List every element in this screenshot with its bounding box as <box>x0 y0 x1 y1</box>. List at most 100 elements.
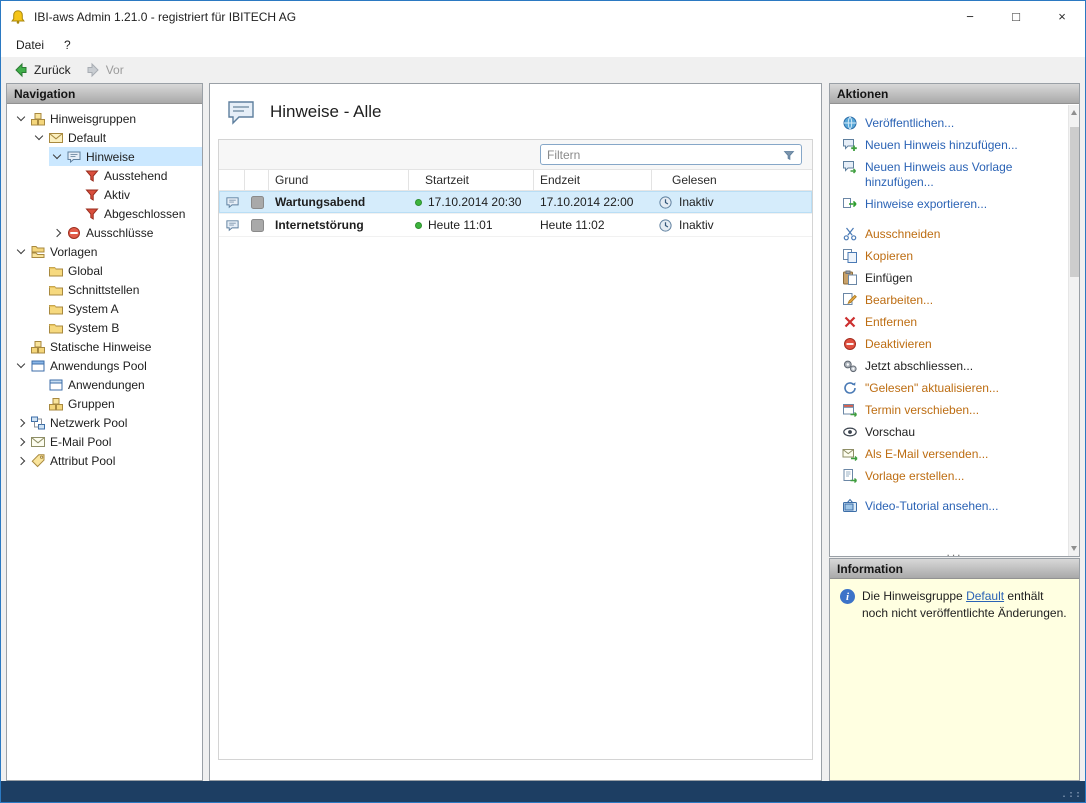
titlebar[interactable]: IBI-aws Admin 1.21.0 - registriert für I… <box>1 1 1085 32</box>
resize-grip[interactable]: .:: <box>1061 789 1085 802</box>
tree-item-aktiv[interactable]: Aktiv <box>67 185 202 204</box>
cell-grund: Internetstörung <box>275 218 364 232</box>
action-neuer-hinweis[interactable]: Neuen Hinweis hinzufügen... <box>842 137 1059 153</box>
attribute-tag-icon <box>30 453 46 469</box>
tree-item-statische-hinweise[interactable]: Statische Hinweise <box>13 337 202 356</box>
tree-item-anwendungen[interactable]: Anwendungen <box>31 375 202 394</box>
navigation-tree: Hinweisgruppen Default Hinweise Ausstehe… <box>7 104 202 470</box>
scrollbar-thumb[interactable] <box>1070 127 1079 277</box>
menu-help[interactable]: ? <box>54 35 81 55</box>
info-icon: i <box>840 589 855 604</box>
chevron-expanded-icon[interactable] <box>16 359 26 369</box>
action-jetzt-abschliessen[interactable]: Jetzt abschliessen... <box>842 358 1059 374</box>
action-kopieren[interactable]: Kopieren <box>842 248 1059 264</box>
menu-datei[interactable]: Datei <box>6 35 54 55</box>
chevron-collapsed-icon[interactable] <box>52 228 62 237</box>
chevron-collapsed-icon[interactable] <box>16 418 26 427</box>
tree-item-label: Ausstehend <box>104 168 168 183</box>
action-entfernen[interactable]: Entfernen <box>842 314 1059 330</box>
chevron-expanded-icon[interactable] <box>16 245 26 255</box>
tree-item-gruppen[interactable]: Gruppen <box>31 394 202 413</box>
tree-item-default[interactable]: Default <box>31 128 202 147</box>
scroll-up-icon[interactable] <box>1071 110 1077 115</box>
column-header-startzeit[interactable]: Startzeit <box>409 170 534 190</box>
close-button[interactable]: × <box>1039 1 1085 32</box>
gelesen-status-icon <box>658 218 673 233</box>
table-header-row: Grund Startzeit Endzeit Gelesen <box>219 170 812 191</box>
chevron-expanded-icon[interactable] <box>52 150 62 160</box>
chevron-expanded-icon[interactable] <box>16 112 26 122</box>
action-hinweis-aus-vorlage[interactable]: Neuen Hinweis aus Vorlage hinzufügen... <box>842 159 1059 190</box>
chevron-expanded-icon[interactable] <box>34 131 44 141</box>
tree-item-global[interactable]: Global <box>31 261 202 280</box>
cell-endzeit: 17.10.2014 22:00 <box>540 195 634 209</box>
action-als-email-versenden[interactable]: Als E-Mail versenden... <box>842 446 1059 462</box>
minimize-button[interactable]: − <box>947 1 993 32</box>
tree-item-ausschluesse[interactable]: Ausschlüsse <box>49 223 202 242</box>
chevron-collapsed-icon[interactable] <box>16 456 26 465</box>
table-row[interactable]: Internetstörung Heute 11:01 Heute 11:02 … <box>219 214 812 237</box>
tree-item-label: Schnittstellen <box>68 282 140 297</box>
action-vorlage-erstellen[interactable]: Vorlage erstellen... <box>842 468 1059 484</box>
information-panel: Information i Die Hinweisgruppe Default … <box>829 558 1080 781</box>
tree-item-netzwerk-pool[interactable]: Netzwerk Pool <box>13 413 202 432</box>
filter-funnel-icon[interactable] <box>782 148 796 162</box>
action-video-tutorial[interactable]: Video-Tutorial ansehen... <box>842 498 1059 514</box>
action-vorschau[interactable]: Vorschau <box>842 424 1059 440</box>
scroll-down-icon[interactable] <box>1071 546 1077 551</box>
tree-item-attribut-pool[interactable]: Attribut Pool <box>13 451 202 470</box>
status-green-dot <box>415 198 422 206</box>
tree-item-label: Anwendungs Pool <box>50 358 147 373</box>
templates-icon <box>30 244 46 260</box>
color-swatch <box>245 191 269 213</box>
table-row[interactable]: Wartungsabend 17.10.2014 20:30 17.10.201… <box>219 191 812 214</box>
action-ausschneiden[interactable]: Ausschneiden <box>842 226 1059 242</box>
tree-item-label: Default <box>68 130 107 145</box>
action-einfuegen[interactable]: Einfügen <box>842 270 1059 286</box>
main-panel: Hinweise - Alle Grund Startzeit <box>209 83 822 781</box>
action-hinweise-exportieren[interactable]: Hinweise exportieren... <box>842 196 1059 212</box>
cell-startzeit: 17.10.2014 20:30 <box>428 195 522 209</box>
filter-text-field[interactable] <box>541 147 782 162</box>
main-header: Hinweise - Alle <box>210 84 821 139</box>
action-gelesen-aktualisieren[interactable]: "Gelesen" aktualisieren... <box>842 380 1059 396</box>
action-termin-verschieben[interactable]: Termin verschieben... <box>842 402 1059 418</box>
tree-item-abgeschlossen[interactable]: Abgeschlossen <box>67 204 202 223</box>
forward-button[interactable]: Vor <box>78 60 131 80</box>
tree-item-ausstehend[interactable]: Ausstehend <box>67 166 202 185</box>
refresh-icon <box>842 380 858 396</box>
app-icon <box>10 9 26 25</box>
column-header-color[interactable] <box>245 170 269 190</box>
tree-item-hinweisgruppen[interactable]: Hinweisgruppen <box>13 109 202 128</box>
edit-icon <box>842 292 858 308</box>
cut-icon <box>842 226 858 242</box>
tree-item-system-b[interactable]: System B <box>31 318 202 337</box>
action-deaktivieren[interactable]: Deaktivieren <box>842 336 1059 352</box>
actions-list: Veröffentlichen... Neuen Hinweis hinzufü… <box>830 104 1079 548</box>
group-icon <box>30 339 46 355</box>
tree-item-hinweise[interactable]: Hinweise <box>49 147 202 166</box>
action-bearbeiten[interactable]: Bearbeiten... <box>842 292 1059 308</box>
create-template-icon <box>842 468 858 484</box>
tree-item-schnittstellen[interactable]: Schnittstellen <box>31 280 202 299</box>
tree-item-email-pool[interactable]: E-Mail Pool <box>13 432 202 451</box>
publish-icon <box>842 115 858 131</box>
back-button[interactable]: Zurück <box>6 60 78 80</box>
actions-scrollbar[interactable] <box>1068 105 1079 556</box>
actions-overflow-indicator[interactable]: ... <box>830 546 1079 558</box>
maximize-button[interactable]: □ <box>993 1 1039 32</box>
tree-item-vorlagen[interactable]: Vorlagen <box>13 242 202 261</box>
tree-item-anwendungs-pool[interactable]: Anwendungs Pool <box>13 356 202 375</box>
filter-input[interactable] <box>540 144 802 165</box>
column-header-endzeit[interactable]: Endzeit <box>534 170 652 190</box>
column-header-gelesen[interactable]: Gelesen <box>652 170 812 190</box>
navigation-panel: Navigation Hinweisgruppen Default Hinwei… <box>6 83 203 781</box>
default-group-link[interactable]: Default <box>966 589 1004 603</box>
column-header-type[interactable] <box>219 170 245 190</box>
column-header-grund[interactable]: Grund <box>269 170 409 190</box>
tree-item-label: E-Mail Pool <box>50 434 112 449</box>
chevron-collapsed-icon[interactable] <box>16 437 26 446</box>
tree-item-system-a[interactable]: System A <box>31 299 202 318</box>
forward-arrow-icon <box>85 62 101 78</box>
action-veroeffentlichen[interactable]: Veröffentlichen... <box>842 115 1059 131</box>
